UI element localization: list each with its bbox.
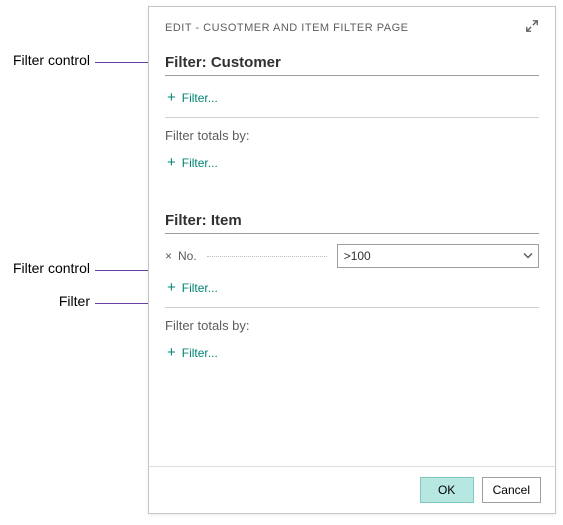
annotation-filter-control-1: Filter control (0, 52, 90, 68)
divider (165, 117, 539, 118)
cancel-button[interactable]: Cancel (482, 477, 541, 503)
plus-icon: + (167, 90, 176, 105)
add-filter-label: Filter... (182, 281, 218, 295)
ok-button[interactable]: OK (420, 477, 474, 503)
add-filter-label: Filter... (182, 346, 218, 360)
add-filter-label: Filter... (182, 156, 218, 170)
plus-icon: + (167, 345, 176, 360)
filter-field-label: No. (178, 249, 197, 263)
dialog-footer: OK Cancel (149, 466, 555, 513)
divider (165, 307, 539, 308)
section-gap (165, 180, 539, 206)
dialog-body: Filter: Customer + Filter... Filter tota… (149, 40, 555, 370)
filter-value-input[interactable] (337, 244, 539, 268)
dotted-leader (207, 256, 327, 257)
remove-filter-icon[interactable]: × (165, 250, 172, 262)
section-heading-item: Filter: Item (165, 206, 539, 234)
filter-totals-label-customer: Filter totals by: (165, 126, 539, 151)
annotation-filter: Filter (0, 293, 90, 309)
add-totals-filter-item[interactable]: + Filter... (165, 341, 539, 370)
filter-input-wrap (337, 244, 539, 268)
section-heading-customer: Filter: Customer (165, 48, 539, 76)
add-totals-filter-customer[interactable]: + Filter... (165, 151, 539, 180)
filter-totals-label-item: Filter totals by: (165, 316, 539, 341)
add-filter-label: Filter... (182, 91, 218, 105)
add-filter-customer[interactable]: + Filter... (165, 86, 539, 115)
filter-row-no: × No. (165, 244, 539, 276)
dialog: EDIT - CUSOTMER AND ITEM FILTER PAGE Fil… (148, 6, 556, 514)
dialog-header: EDIT - CUSOTMER AND ITEM FILTER PAGE (149, 7, 555, 40)
plus-icon: + (167, 155, 176, 170)
add-filter-item[interactable]: + Filter... (165, 276, 539, 305)
expand-icon[interactable] (525, 19, 539, 36)
annotation-filter-control-2: Filter control (0, 260, 90, 276)
dialog-title: EDIT - CUSOTMER AND ITEM FILTER PAGE (165, 22, 409, 34)
plus-icon: + (167, 280, 176, 295)
